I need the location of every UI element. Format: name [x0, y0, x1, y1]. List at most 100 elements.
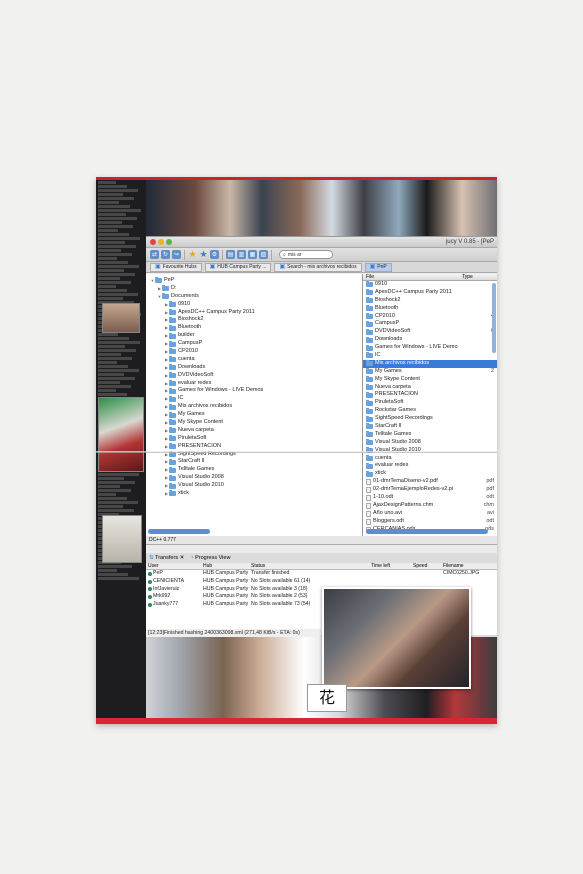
tree-item[interactable]: ▶ CP2010	[146, 348, 362, 356]
close-tab-icon[interactable]: ✕	[180, 555, 185, 561]
file-list-item[interactable]: Rockstar Games	[363, 407, 497, 415]
file-name: Mis archivos recibidos	[375, 359, 430, 366]
tree-item[interactable]: ▶ Visual Studio 2008	[146, 474, 362, 482]
tree-item[interactable]: ▶ Nueva carpeta	[146, 427, 362, 435]
file-list-item[interactable]: CampusP	[363, 320, 497, 328]
tree-item[interactable]: ▶ Telltale Games	[146, 466, 362, 474]
column-status[interactable]: Status	[251, 563, 371, 569]
tree-item[interactable]: ▶ ApexDC++ Campus Party 2011	[146, 309, 362, 317]
zoom-window-button[interactable]	[166, 239, 172, 245]
transfer-speed	[413, 570, 443, 578]
column-time-left[interactable]: Time left	[371, 563, 413, 569]
settings-gear-icon[interactable]: ⚙	[210, 250, 219, 259]
file-list-item[interactable]: Visual Studio 2008	[363, 439, 497, 447]
file-list-item[interactable]: Nueva carpeta	[363, 384, 497, 392]
tree-item[interactable]: ▶ Mis archivos recibidos	[146, 403, 362, 411]
queue-icon[interactable]: ▤	[226, 250, 235, 259]
folder-icon	[169, 380, 176, 387]
favourite-hubs-icon[interactable]: ★	[188, 249, 197, 259]
tree-horizontal-scrollbar[interactable]	[148, 529, 210, 534]
close-window-button[interactable]	[150, 239, 156, 245]
column-user[interactable]: User	[146, 563, 203, 569]
tree-item[interactable]: ▶ Bluetooth	[146, 324, 362, 332]
tree-item[interactable]: ▶ PiruletaSoft	[146, 435, 362, 443]
tree-item[interactable]: ▶ D:	[146, 285, 362, 293]
file-list-item[interactable]: Telltale Games	[363, 431, 497, 439]
file-list-item[interactable]: My Skype Content	[363, 376, 497, 384]
tab-transfers[interactable]: ⇅ Transfers ✕	[149, 555, 184, 561]
tree-item[interactable]: ▶ builder	[146, 332, 362, 340]
column-speed[interactable]: Speed	[413, 563, 443, 569]
file-list-item[interactable]: ApexDC++ Campus Party 2011	[363, 289, 497, 297]
file-list-vertical-scrollbar[interactable]	[492, 283, 496, 353]
tree-item[interactable]: ▶ evaluar redes	[146, 380, 362, 388]
reconnect-icon[interactable]: ↻	[161, 250, 170, 259]
file-list-item[interactable]: StarCraft II	[363, 423, 497, 431]
tab-3[interactable]: ▣ PeP	[364, 262, 392, 272]
transfer-row[interactable]: PeP HUB Campus Party Transfer finished CIMC…	[146, 570, 497, 578]
file-list-item[interactable]: SightSpeed Recordings	[363, 415, 497, 423]
file-list-item[interactable]: Bluetooth	[363, 305, 497, 313]
file-list-item[interactable]: Año uno.avi avi	[363, 510, 497, 518]
tree-item[interactable]: ▶ My Skype Content	[146, 419, 362, 427]
file-list-item[interactable]: AjaxDesignPatterns.chm chm	[363, 502, 497, 510]
tree-item[interactable]: ▶ Downloads	[146, 364, 362, 372]
tab-2[interactable]: ▣ Search - mis archivos recibidos	[274, 262, 362, 272]
file-name: Downloads	[375, 336, 403, 343]
column-filename[interactable]: Filename	[443, 563, 493, 569]
minimize-window-button[interactable]	[158, 239, 164, 245]
file-list-item[interactable]: 1-10.odt odt	[363, 494, 497, 502]
network-icon[interactable]: ▧	[259, 250, 268, 259]
search-input[interactable]: ⌕ mis ar	[279, 250, 333, 259]
file-list-item[interactable]: Bloggers.odt odt	[363, 518, 497, 526]
terminal-line	[98, 573, 128, 576]
column-type[interactable]: Type	[459, 274, 473, 280]
file-list-item[interactable]: 01-dmrTemaDiseno-v2.pdf pdf	[363, 478, 497, 486]
tab-1[interactable]: ▣ HUB Campus Party ...	[204, 262, 272, 272]
file-list-item[interactable]: CP20104	[363, 313, 497, 321]
file-list-item[interactable]: 0910	[363, 281, 497, 289]
tree-item[interactable]: ▶ IC	[146, 395, 362, 403]
column-file[interactable]: File	[363, 274, 459, 280]
finished-icon[interactable]: ▥	[237, 250, 246, 259]
column-hub[interactable]: Hub	[203, 563, 251, 569]
file-list-horizontal-scrollbar[interactable]	[366, 529, 488, 534]
favourite-users-icon[interactable]: ★	[199, 249, 208, 259]
tab-0[interactable]: ▣ Favourite Hubs	[150, 262, 202, 272]
thumbnail-parrot	[98, 397, 144, 472]
file-list-item[interactable]: Games for Windows - LIVE Demo	[363, 344, 497, 352]
file-list-item[interactable]: IC	[363, 352, 497, 360]
tree-item[interactable]: ▶ CampusP	[146, 340, 362, 348]
file-list-item[interactable]: cuenta	[363, 455, 497, 463]
tab-progress-view[interactable]: ◔ Progress View	[190, 555, 230, 561]
transfer-row[interactable]: CENICIENTA HUB Campus Party No Slots avail…	[146, 578, 497, 586]
tree-item[interactable]: ▶ PRESENTACION	[146, 443, 362, 451]
file-list-item[interactable]: Mis archivos recibidos	[363, 359, 497, 368]
tree-item[interactable]: ▶ DVDVideoSoft	[146, 372, 362, 380]
file-list-item[interactable]: evaluar redes	[363, 462, 497, 470]
connect-icon[interactable]: ⇄	[150, 250, 159, 259]
uploads-icon[interactable]: ▦	[248, 250, 257, 259]
tree-item[interactable]: ▶ 0910	[146, 301, 362, 309]
tree-item[interactable]: ▶ My Games	[146, 411, 362, 419]
file-list-item[interactable]: PiruletaSoft	[363, 399, 497, 407]
file-list-item[interactable]: Bioshock2	[363, 297, 497, 305]
terminal-line	[98, 261, 128, 264]
tree-item[interactable]: ▶ Games for Windows - LIVE Demos	[146, 387, 362, 395]
file-list-item[interactable]: PRESENTACION	[363, 391, 497, 399]
tree-item[interactable]: ▶ StarCraft II	[146, 458, 362, 466]
file-list-item[interactable]: xtick	[363, 470, 497, 478]
tree-item[interactable]: ▶ cuenta	[146, 356, 362, 364]
file-list-item[interactable]: My Games 2	[363, 368, 497, 376]
file-list-item[interactable]: 02-dmrTemaEjemploRedes-v2.pi pdf	[363, 486, 497, 494]
folder-icon	[169, 356, 176, 363]
tree-item[interactable]: ▶ Bioshock2	[146, 316, 362, 324]
follow-redirect-icon[interactable]: ↪	[172, 250, 181, 259]
file-list-item[interactable]: Downloads	[363, 336, 497, 344]
tree-item[interactable]: ▼ Documents	[146, 293, 362, 301]
tree-item-label: Visual Studio 2008	[178, 474, 224, 481]
file-list-item[interactable]: DVDVideoSoft6	[363, 328, 497, 336]
tree-item[interactable]: ▶ xtick	[146, 490, 362, 498]
tree-item[interactable]: ▶ Visual Studio 2010	[146, 482, 362, 490]
tree-item[interactable]: ▼ PeP	[146, 277, 362, 285]
